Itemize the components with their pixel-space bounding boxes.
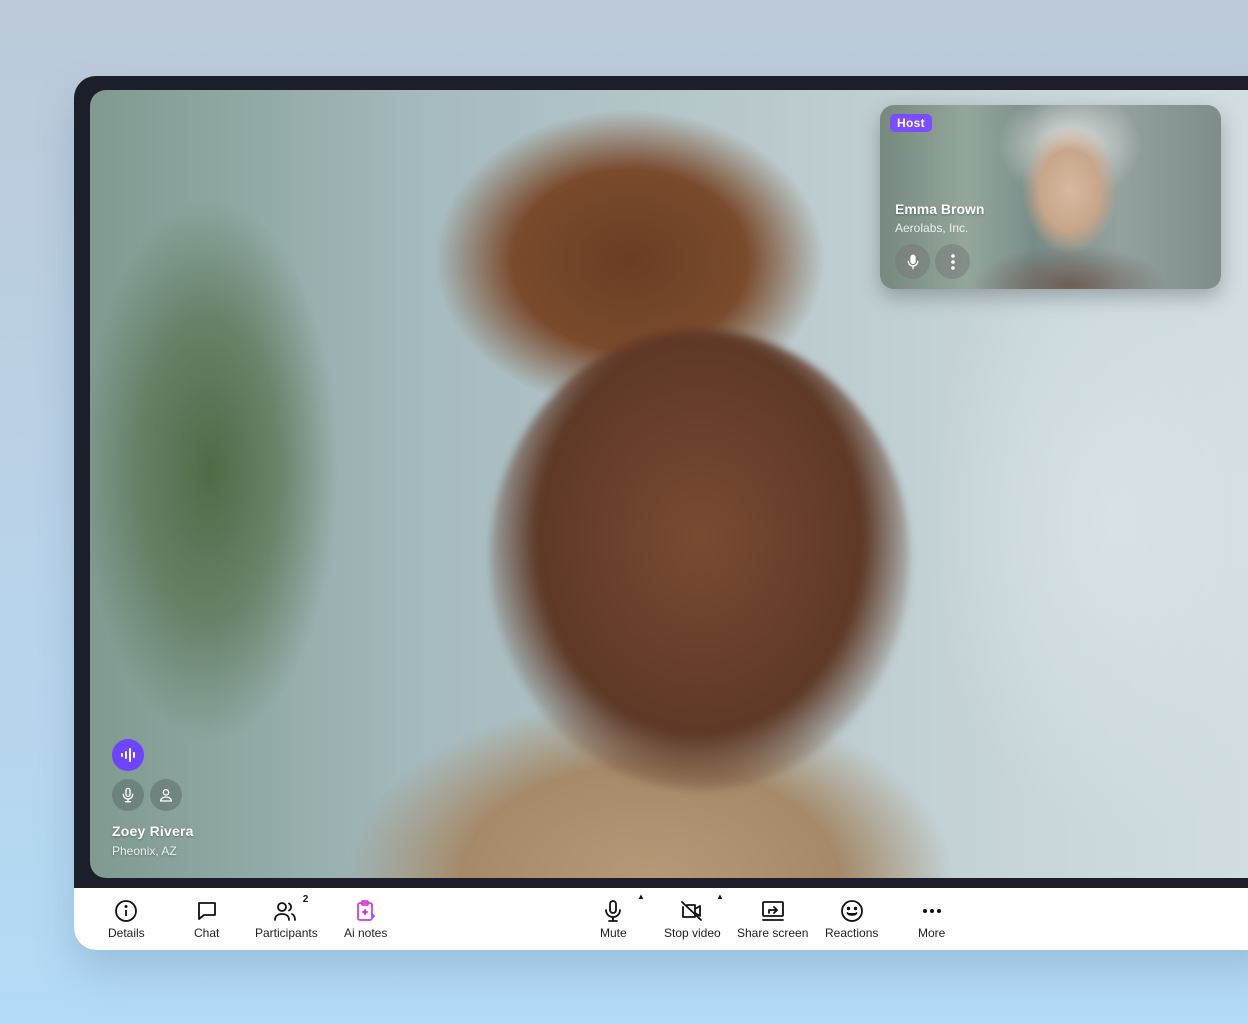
participants-button[interactable]: 2 Participants (255, 894, 318, 940)
share-screen-label: Share screen (737, 926, 809, 940)
more-button[interactable]: More (918, 898, 945, 940)
mute-button[interactable]: Mute (600, 898, 627, 940)
host-company: Aerolabs, Inc. (895, 221, 969, 235)
ai-notes-button[interactable]: Ai notes (344, 898, 387, 940)
host-badge: Host (890, 114, 932, 132)
ai-notes-label: Ai notes (344, 926, 388, 940)
microphone-icon (120, 786, 136, 804)
share-screen-button[interactable]: Share screen (737, 898, 808, 940)
info-icon (114, 898, 138, 924)
main-participant-video (490, 330, 910, 790)
host-more-button[interactable] (935, 244, 970, 279)
mute-label: Mute (600, 926, 627, 940)
details-button[interactable]: Details (108, 898, 145, 940)
video-options-caret-icon[interactable]: ▲ (716, 892, 724, 901)
reactions-label: Reactions (825, 926, 879, 940)
host-name: Emma Brown (895, 201, 985, 217)
microphone-icon (601, 898, 625, 924)
host-microphone-button[interactable] (895, 244, 930, 279)
smiley-icon (840, 898, 864, 924)
chat-button[interactable]: Chat (194, 898, 219, 940)
video-off-icon (679, 898, 705, 924)
ai-notes-clipboard-icon (354, 898, 378, 924)
participants-count: 2 (302, 894, 309, 905)
main-participant-name: Zoey Rivera (112, 823, 194, 839)
details-label: Details (108, 926, 145, 940)
microphone-icon (905, 253, 921, 271)
horizontal-dots-icon (920, 898, 944, 924)
more-label: More (918, 926, 946, 940)
main-microphone-button[interactable] (112, 779, 144, 811)
mute-options-caret-icon[interactable]: ▲ (637, 892, 645, 901)
host-video-tile[interactable]: Host Emma Brown Aerolabs, Inc. (880, 105, 1221, 289)
participants-icon: 2 (273, 894, 308, 924)
stop-video-button[interactable]: Stop video (664, 898, 721, 940)
share-screen-icon (760, 898, 786, 924)
main-participant-location: Pheonix, AZ (112, 844, 177, 858)
vertical-dots-icon (950, 253, 956, 271)
call-toolbar: Details Chat 2 Participants Ai notes Mut… (74, 888, 1248, 950)
person-icon (158, 786, 174, 804)
stop-video-label: Stop video (664, 926, 721, 940)
chat-bubble-icon (195, 898, 219, 924)
reactions-button[interactable]: Reactions (825, 898, 878, 940)
participants-label: Participants (255, 926, 318, 940)
chat-label: Chat (194, 926, 220, 940)
audio-waveform-icon (112, 739, 144, 771)
main-profile-button[interactable] (150, 779, 182, 811)
